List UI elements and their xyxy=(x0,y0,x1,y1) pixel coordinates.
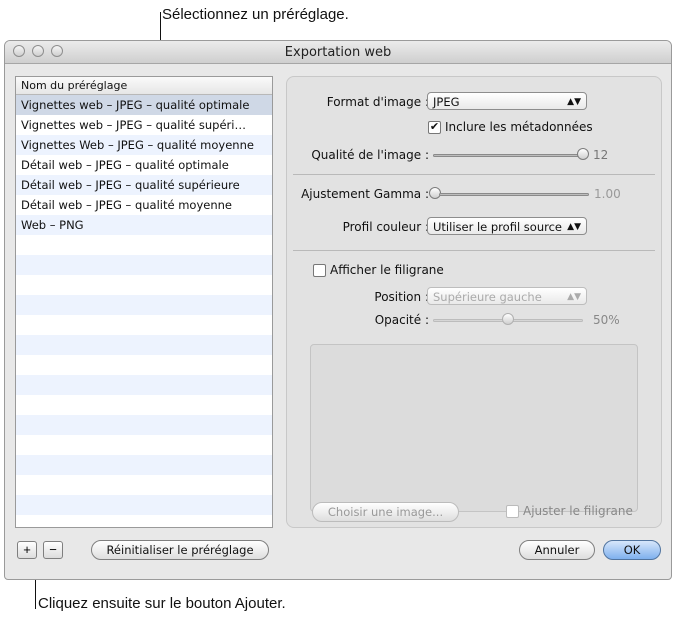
choose-image-button[interactable]: Choisir une image... xyxy=(312,502,459,522)
gamma-slider-track[interactable] xyxy=(439,193,589,196)
preset-list-empty-row xyxy=(16,515,272,527)
preset-list-header[interactable]: Nom du préréglage xyxy=(16,77,272,95)
preset-list-item[interactable]: Vignettes Web – JPEG – qualité moyenne xyxy=(16,135,272,155)
separator xyxy=(293,250,655,251)
quality-slider-track[interactable] xyxy=(433,154,583,157)
preset-list-item[interactable]: Vignettes web – JPEG – qualité supéri… xyxy=(16,115,272,135)
opacity-label: Opacité : xyxy=(374,313,429,327)
separator xyxy=(293,174,655,175)
preset-list-empty-row xyxy=(16,475,272,495)
preset-list-empty-row xyxy=(16,315,272,335)
preset-list-empty-row xyxy=(16,375,272,395)
ok-button[interactable]: OK xyxy=(603,540,661,560)
watermark-position-popup[interactable]: Supérieure gauche ▲▼ xyxy=(427,287,587,305)
preset-list-item[interactable]: Web – PNG xyxy=(16,215,272,235)
plus-icon: + xyxy=(23,542,31,557)
quality-slider-knob[interactable] xyxy=(577,148,589,160)
preset-list-item[interactable]: Détail web – JPEG – qualité optimale xyxy=(16,155,272,175)
gamma-value: 1.00 xyxy=(594,187,621,201)
export-web-window: Exportation web Nom du préréglage Vignet… xyxy=(4,40,672,580)
color-profile-value: Utiliser le profil source xyxy=(433,220,562,234)
watermark-position-label: Position : xyxy=(374,290,429,304)
color-profile-label: Profil couleur : xyxy=(342,220,429,234)
watermark-preview-well xyxy=(310,344,638,512)
preset-list-empty-row xyxy=(16,395,272,415)
preset-list-empty-row xyxy=(16,295,272,315)
settings-panel: Format d'image : JPEG ▲▼ ✔ Inclure les mé… xyxy=(286,76,662,528)
reset-preset-button[interactable]: Réinitialiser le préréglage xyxy=(91,540,269,560)
preset-list-empty-row xyxy=(16,415,272,435)
format-popup[interactable]: JPEG ▲▼ xyxy=(427,92,587,110)
adjust-watermark-checkbox[interactable] xyxy=(506,505,519,518)
preset-list-item[interactable]: Vignettes web – JPEG – qualité optimale xyxy=(16,95,272,115)
preset-list[interactable]: Nom du préréglage Vignettes web – JPEG –… xyxy=(15,76,273,528)
color-profile-popup[interactable]: Utiliser le profil source ▲▼ xyxy=(427,217,587,235)
preset-list-empty-row xyxy=(16,455,272,475)
preset-list-empty-row xyxy=(16,435,272,455)
adjust-watermark-label: Ajuster le filigrane xyxy=(523,504,633,518)
title-bar: Exportation web xyxy=(5,41,671,64)
add-preset-button[interactable]: + xyxy=(17,541,37,559)
show-watermark-checkbox[interactable] xyxy=(313,264,326,277)
preset-list-rows: Vignettes web – JPEG – qualité optimale V… xyxy=(16,95,272,527)
preset-list-empty-row xyxy=(16,495,272,515)
callout-select-preset: Sélectionnez un préréglage. xyxy=(162,6,349,23)
include-metadata-checkbox[interactable]: ✔ xyxy=(428,121,441,134)
include-metadata-label: Inclure les métadonnées xyxy=(445,120,593,134)
cancel-button[interactable]: Annuler xyxy=(519,540,595,560)
preset-list-empty-row xyxy=(16,275,272,295)
gamma-label: Ajustement Gamma : xyxy=(301,187,429,201)
preset-list-empty-row xyxy=(16,355,272,375)
remove-preset-button[interactable]: − xyxy=(43,541,63,559)
preset-list-empty-row xyxy=(16,335,272,355)
preset-list-empty-row xyxy=(16,235,272,255)
format-value: JPEG xyxy=(433,95,460,109)
format-label: Format d'image : xyxy=(326,95,429,109)
popup-arrows-icon: ▲▼ xyxy=(567,222,581,232)
preset-list-item[interactable]: Détail web – JPEG – qualité moyenne xyxy=(16,195,272,215)
checkmark-icon: ✔ xyxy=(429,121,440,133)
show-watermark-label: Afficher le filigrane xyxy=(330,263,444,277)
callout-click-add: Cliquez ensuite sur le bouton Ajouter. xyxy=(38,595,286,612)
preset-list-item[interactable]: Détail web – JPEG – qualité supérieure xyxy=(16,175,272,195)
opacity-slider-knob[interactable] xyxy=(502,313,514,325)
quality-value: 12 xyxy=(593,148,609,162)
opacity-value: 50% xyxy=(593,313,620,327)
watermark-position-value: Supérieure gauche xyxy=(433,290,542,304)
window-title: Exportation web xyxy=(284,45,392,60)
minus-icon: − xyxy=(49,542,57,557)
popup-arrows-icon: ▲▼ xyxy=(567,97,581,107)
quality-label: Qualité de l'image : xyxy=(311,148,429,162)
popup-arrows-icon: ▲▼ xyxy=(567,292,581,302)
preset-list-empty-row xyxy=(16,255,272,275)
